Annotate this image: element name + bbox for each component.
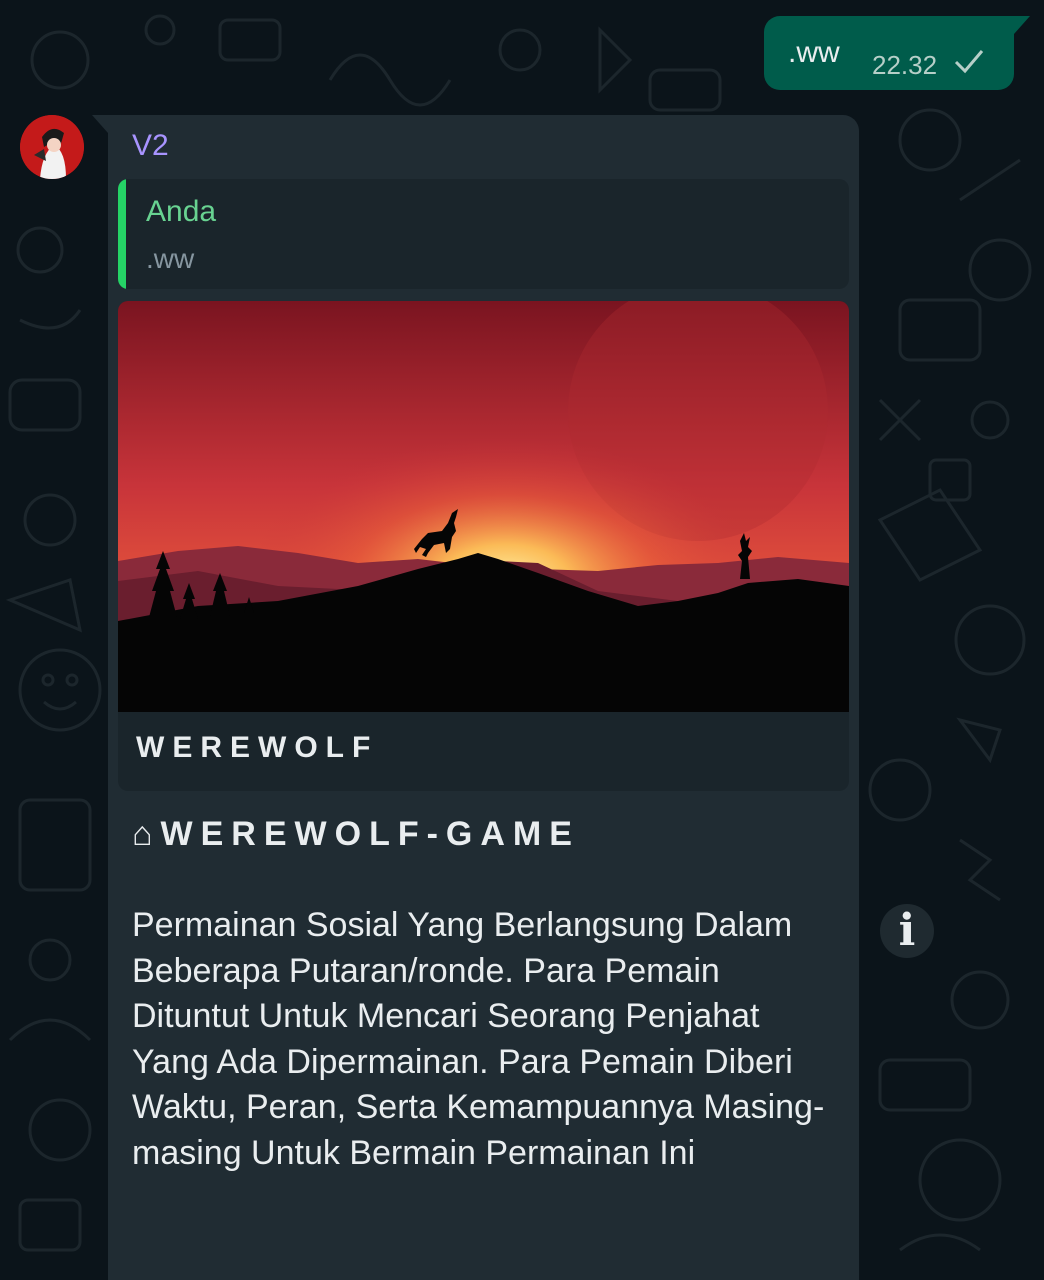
chat-background: .ww 22.32 V2 Anda .ww WEREWOLF ⌂WEREWOLF… [0,0,1044,1280]
link-preview-card[interactable]: WEREWOLF [118,301,849,791]
message-heading: ⌂WEREWOLF-GAME [132,815,580,853]
sender-name[interactable]: V2 [132,129,169,163]
incoming-bubble-tail [92,115,108,133]
outgoing-message-bubble[interactable]: .ww 22.32 [764,16,1014,90]
outgoing-message-time: 22.32 [872,50,938,80]
preview-image [118,301,849,712]
incoming-message-bubble[interactable]: V2 Anda .ww WEREWOLF ⌂WEREWOLF-GAME Perm… [108,115,859,1280]
quoted-author: Anda [146,195,217,228]
quoted-message[interactable]: Anda .ww [118,179,849,289]
quote-accent-bar [118,179,126,289]
sender-avatar[interactable] [20,115,84,179]
avatar-image [20,115,84,179]
outgoing-bubble-tail [1014,16,1030,34]
link-preview-title: WEREWOLF [136,731,379,764]
outgoing-message-text: .ww [788,36,840,69]
message-body: Permainan Sosial Yang Berlangsung Dalam … [132,906,825,1172]
info-button[interactable]: i [880,904,934,958]
quoted-text: .ww [146,243,195,274]
single-check-icon [954,50,984,74]
